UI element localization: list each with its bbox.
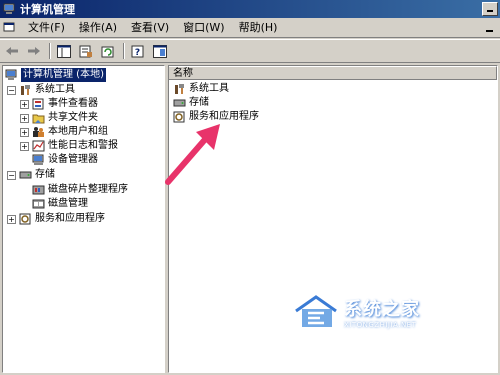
tree-item-label: 事件查看器 bbox=[48, 98, 98, 109]
tools-icon bbox=[175, 84, 184, 94]
tree-item-label: 服务和应用程序 bbox=[35, 213, 105, 224]
event-viewer-icon bbox=[32, 98, 44, 110]
performance-icon bbox=[32, 140, 45, 152]
tools-icon bbox=[21, 85, 30, 95]
tree-item-label: 本地用户和组 bbox=[48, 126, 108, 137]
forward-icon bbox=[28, 47, 40, 55]
show-hide-tree-button[interactable] bbox=[54, 42, 74, 60]
tree-item-label: 计算机管理 (本地) bbox=[21, 68, 106, 82]
tree-item-label: 性能日志和警报 bbox=[48, 140, 118, 151]
tree-item-label: 存储 bbox=[35, 169, 55, 180]
action-pane-button[interactable] bbox=[150, 42, 170, 60]
tree-item-disk-defragmenter[interactable]: 磁盘碎片整理程序 bbox=[32, 183, 128, 197]
menu-action[interactable]: 操作(A) bbox=[72, 19, 124, 37]
device-manager-icon bbox=[32, 154, 44, 165]
menu-window[interactable]: 窗口(W) bbox=[176, 19, 231, 37]
users-icon bbox=[33, 127, 44, 137]
back-icon bbox=[6, 47, 18, 55]
svg-text:?: ? bbox=[135, 48, 140, 58]
refresh-icon bbox=[101, 46, 114, 57]
storage-icon bbox=[173, 99, 186, 107]
tree-item-label: 磁盘管理 bbox=[48, 198, 88, 209]
menu-view[interactable]: 查看(V) bbox=[124, 19, 176, 37]
house-logo-icon bbox=[295, 295, 337, 327]
tree-item-disk-management[interactable]: 磁盘管理 bbox=[32, 197, 88, 211]
watermark-text: 系统之家 XITONGZHIJIA.NET bbox=[344, 295, 420, 329]
expand-toggle[interactable]: + bbox=[20, 113, 29, 123]
list-item-label: 系统工具 bbox=[189, 83, 229, 94]
properties-icon bbox=[79, 45, 92, 57]
help-icon: ? bbox=[131, 45, 144, 58]
toolbar-separator bbox=[123, 43, 125, 59]
column-header-row: 名称 bbox=[169, 66, 497, 80]
expand-toggle[interactable]: + bbox=[20, 127, 29, 137]
back-button[interactable] bbox=[2, 42, 22, 60]
title-bar[interactable]: 计算机管理 bbox=[0, 0, 500, 18]
show-hide-tree-icon bbox=[57, 44, 71, 58]
list-item-label: 存储 bbox=[189, 97, 209, 108]
computer-icon bbox=[5, 69, 17, 80]
computer-management-icon bbox=[3, 3, 15, 14]
expand-toggle[interactable]: + bbox=[20, 99, 29, 109]
tree-item-storage[interactable]: − 存储 bbox=[7, 168, 55, 182]
collapse-toggle[interactable]: − bbox=[7, 170, 16, 180]
defrag-icon bbox=[32, 185, 45, 195]
document-minimize-button[interactable] bbox=[483, 22, 497, 34]
refresh-button[interactable] bbox=[98, 42, 118, 60]
properties-button[interactable] bbox=[76, 42, 96, 60]
tree-item-local-users-groups[interactable]: + 本地用户和组 bbox=[20, 125, 108, 139]
forward-button[interactable] bbox=[24, 42, 44, 60]
list-item-system-tools[interactable]: 系统工具 bbox=[173, 82, 229, 96]
tree-item-services-applications[interactable]: + 服务和应用程序 bbox=[7, 212, 105, 226]
watermark: 系统之家 XITONGZHIJIA.NET bbox=[292, 292, 452, 332]
menu-help[interactable]: 帮助(H) bbox=[232, 19, 285, 37]
tree-item-event-viewer[interactable]: + 事件查看器 bbox=[20, 97, 98, 111]
window-title: 计算机管理 bbox=[20, 3, 75, 16]
tree-item-device-manager[interactable]: 设备管理器 bbox=[32, 153, 98, 167]
document-window-icon[interactable] bbox=[3, 22, 17, 34]
tree-item-computer-management[interactable]: 计算机管理 (本地) bbox=[5, 68, 106, 82]
tree-item-shared-folders[interactable]: + 共享文件夹 bbox=[20, 111, 98, 125]
services-icon bbox=[19, 213, 31, 225]
toolbar-separator bbox=[49, 43, 51, 59]
tree-item-label: 磁盘碎片整理程序 bbox=[48, 184, 128, 195]
tree-item-label: 共享文件夹 bbox=[48, 112, 98, 123]
minimize-button[interactable] bbox=[482, 2, 498, 16]
watermark-title: 系统之家 bbox=[344, 299, 420, 320]
watermark-subtitle: XITONGZHIJIA.NET bbox=[344, 321, 417, 329]
column-header-name[interactable]: 名称 bbox=[169, 66, 497, 79]
list-item-storage[interactable]: 存储 bbox=[173, 96, 209, 110]
console-tree-pane[interactable]: 计算机管理 (本地) − 系统工具 + 事件查看器 + 共享文件夹 + 本地用户… bbox=[2, 65, 165, 373]
menu-bar: 文件(F) 操作(A) 查看(V) 窗口(W) 帮助(H) bbox=[0, 18, 500, 38]
annotation-arrow-icon bbox=[165, 124, 220, 185]
shared-folder-icon bbox=[32, 114, 45, 124]
tree-item-label: 系统工具 bbox=[35, 84, 75, 95]
collapse-toggle[interactable]: − bbox=[7, 85, 16, 95]
tree-item-performance-logs[interactable]: + 性能日志和警报 bbox=[20, 139, 118, 153]
toolbar: ? bbox=[0, 39, 500, 63]
storage-icon bbox=[19, 171, 32, 179]
tree-item-label: 设备管理器 bbox=[48, 154, 98, 165]
tree-item-system-tools[interactable]: − 系统工具 bbox=[7, 83, 75, 97]
help-button[interactable]: ? bbox=[128, 42, 148, 60]
action-pane-icon bbox=[153, 44, 167, 58]
menu-file[interactable]: 文件(F) bbox=[21, 19, 72, 37]
expand-toggle[interactable]: + bbox=[7, 214, 16, 224]
disk-management-icon bbox=[32, 199, 45, 209]
expand-toggle[interactable]: + bbox=[20, 141, 29, 151]
